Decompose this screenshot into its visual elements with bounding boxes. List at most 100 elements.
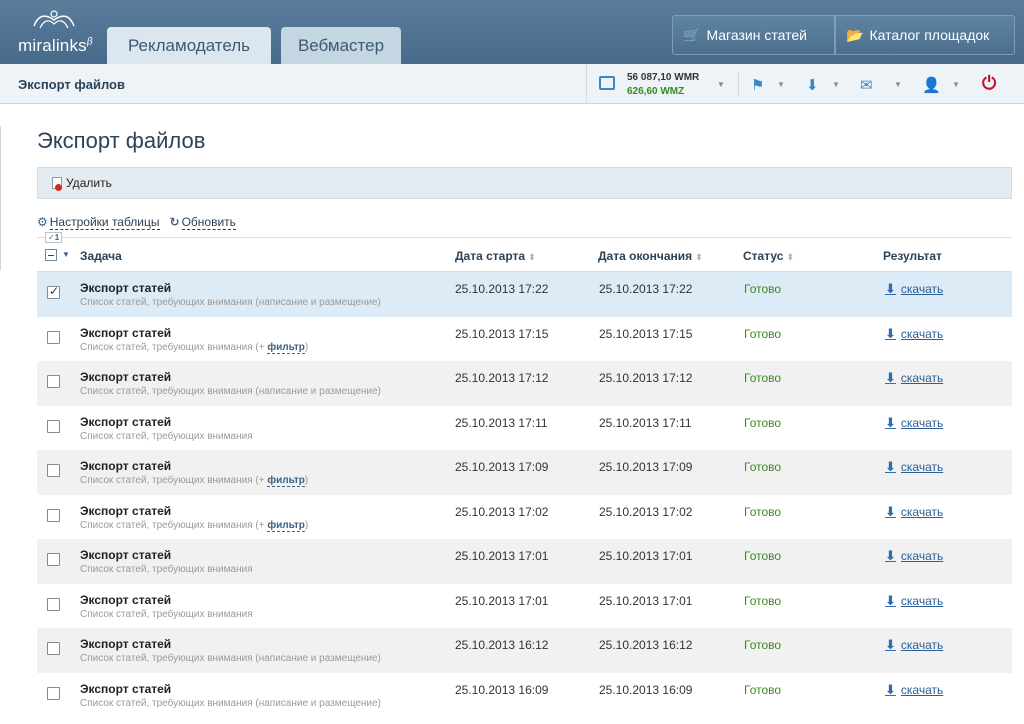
row-checkbox[interactable]: [47, 553, 60, 566]
column-result: Результат: [883, 249, 942, 263]
download-link[interactable]: ⬇ скачать: [885, 281, 943, 297]
row-checkbox[interactable]: [47, 375, 60, 388]
flag-icon: ⚑: [751, 77, 765, 94]
start-date: 25.10.2013 17:22: [455, 282, 549, 296]
filter-link[interactable]: фильтр: [267, 519, 305, 532]
task-name: Экспорт статей: [80, 503, 172, 518]
task-name: Экспорт статей: [80, 281, 172, 295]
end-date: 25.10.2013 17:11: [599, 415, 692, 430]
end-date: 25.10.2013 17:02: [599, 504, 693, 519]
start-date: 25.10.2013 16:09: [455, 682, 549, 697]
start-date: 25.10.2013 17:01: [455, 549, 549, 563]
row-checkbox[interactable]: [47, 686, 60, 700]
sort-icon: ⬍: [786, 252, 794, 262]
task-name: Экспорт статей: [80, 325, 172, 340]
power-icon[interactable]: ⏻: [982, 73, 996, 94]
table-row[interactable]: Экспорт статейСписок статей, требующих в…: [37, 450, 1012, 495]
chevron-down-icon: ▼: [894, 80, 902, 89]
task-name: Экспорт статей: [80, 459, 172, 473]
start-date: 25.10.2013 17:09: [455, 460, 549, 474]
sort-icon: ⬍: [695, 252, 703, 262]
chevron-down-icon: ▼: [952, 80, 960, 89]
download-menu[interactable]: ⬇ ▼: [794, 72, 848, 96]
download-link[interactable]: ⬇ скачать: [885, 326, 943, 342]
refresh-link[interactable]: ↻ Обновить: [169, 215, 236, 230]
download-link[interactable]: ⬇ скачать: [885, 548, 943, 564]
chevron-down-icon: ▼: [832, 80, 840, 89]
download-link[interactable]: ⬇ скачать: [885, 682, 943, 698]
download-icon: ⬇: [885, 681, 896, 697]
task-description: Список статей, требующих внимания: [80, 564, 253, 575]
table-row[interactable]: Экспорт статейСписок статей, требующих в…: [37, 495, 1012, 540]
row-checkbox[interactable]: [47, 284, 60, 299]
download-label: скачать: [900, 504, 944, 519]
table-row[interactable]: Экспорт статейСписок статей, требующих в…: [37, 584, 1012, 629]
catalog-button[interactable]: 📂 Каталог площадок: [835, 15, 1015, 55]
chevron-down-icon: ▼: [717, 80, 725, 89]
task-description: Список статей, требующих внимания (напис…: [80, 297, 381, 308]
download-icon: ⬇: [885, 548, 896, 563]
task-name: Экспорт статей: [80, 548, 172, 562]
table-row[interactable]: Экспорт статейСписок статей, требующих в…: [37, 673, 1012, 718]
download-label: скачать: [900, 682, 944, 697]
select-all-checkbox[interactable]: [45, 249, 57, 261]
row-checkbox[interactable]: [47, 642, 60, 655]
wallet-widget[interactable]: 56 087,10 WMR 626,60 WMZ ▼: [586, 64, 738, 104]
status-badge: Готово: [744, 549, 782, 563]
table-body: Экспорт статей Список статей, требующих в…: [37, 272, 1012, 717]
column-status[interactable]: Статус ⬍: [743, 249, 794, 263]
refresh-icon: ↻: [169, 215, 180, 229]
column-task[interactable]: Задача: [80, 249, 122, 263]
end-date: 25.10.2013 17:09: [599, 460, 693, 474]
delete-button[interactable]: Удалить: [52, 176, 112, 191]
logo[interactable]: miralinksβ: [18, 6, 98, 58]
table-row[interactable]: Экспорт статейСписок статей, требующих в…: [37, 317, 1012, 362]
status-badge: Готово: [744, 593, 782, 608]
tab-webmaster[interactable]: Вебмастер: [281, 27, 401, 64]
download-link[interactable]: ⬇ скачать: [885, 504, 943, 520]
status-badge: Готово: [744, 326, 782, 341]
download-link[interactable]: ⬇ скачать: [885, 459, 943, 475]
task-name: Экспорт статей: [80, 370, 172, 384]
task-name: Экспорт статей: [80, 414, 172, 429]
table-header: ✓1 ▼ Задача Дата старта ⬍ Дата окончания ⬍…: [37, 232, 1012, 272]
row-checkbox[interactable]: [47, 508, 60, 522]
wallet-wmr: 56 087,10 WMR: [627, 72, 700, 83]
select-menu-chevron-icon[interactable]: ▼: [62, 250, 70, 259]
download-link[interactable]: ⬇ скачать: [885, 637, 943, 653]
row-checkbox[interactable]: [47, 330, 60, 344]
filter-link[interactable]: фильтр: [267, 341, 305, 354]
download-label: скачать: [900, 415, 944, 430]
left-divider: [0, 126, 1, 270]
end-date: 25.10.2013 17:12: [599, 371, 693, 385]
table-settings-link[interactable]: ⚙ Настройки таблицы: [37, 215, 160, 230]
task-description: Список статей, требующих внимания (напис…: [80, 697, 381, 709]
row-checkbox[interactable]: [47, 464, 60, 477]
shop-button[interactable]: 🛒 Магазин статей: [672, 15, 835, 55]
flag-menu[interactable]: ⚑ ▼: [738, 72, 794, 96]
column-end[interactable]: Дата окончания ⬍: [598, 249, 703, 263]
table-row[interactable]: Экспорт статейСписок статей, требующих в…: [37, 406, 1012, 451]
download-label: скачать: [900, 460, 944, 474]
delete-button-label: Удалить: [66, 176, 112, 190]
user-menu[interactable]: 👤 ▼: [910, 72, 970, 96]
column-start[interactable]: Дата старта ⬍: [455, 249, 536, 263]
tab-advertiser[interactable]: Рекламодатель: [107, 27, 271, 64]
start-date: 25.10.2013 17:11: [455, 415, 548, 430]
download-link[interactable]: ⬇ скачать: [885, 593, 943, 609]
cart-icon: 🛒: [683, 26, 701, 43]
table-row[interactable]: Экспорт статейСписок статей, требующих в…: [37, 361, 1012, 406]
download-link[interactable]: ⬇ скачать: [885, 370, 943, 386]
status-badge: Готово: [744, 460, 782, 474]
filter-link[interactable]: фильтр: [267, 475, 305, 487]
row-checkbox[interactable]: [47, 419, 60, 433]
mail-menu[interactable]: ✉ ▼: [848, 72, 910, 96]
row-checkbox[interactable]: [47, 597, 60, 611]
start-date: 25.10.2013 17:01: [455, 593, 549, 608]
table-row[interactable]: Экспорт статейСписок статей, требующих в…: [37, 628, 1012, 673]
table-row[interactable]: Экспорт статей Список статей, требующих в…: [37, 539, 1012, 584]
start-date: 25.10.2013 17:02: [455, 504, 549, 519]
table-row[interactable]: Экспорт статей Список статей, требующих в…: [37, 272, 1012, 317]
download-link[interactable]: ⬇ скачать: [885, 415, 943, 431]
download-icon: ⬇: [806, 77, 819, 94]
